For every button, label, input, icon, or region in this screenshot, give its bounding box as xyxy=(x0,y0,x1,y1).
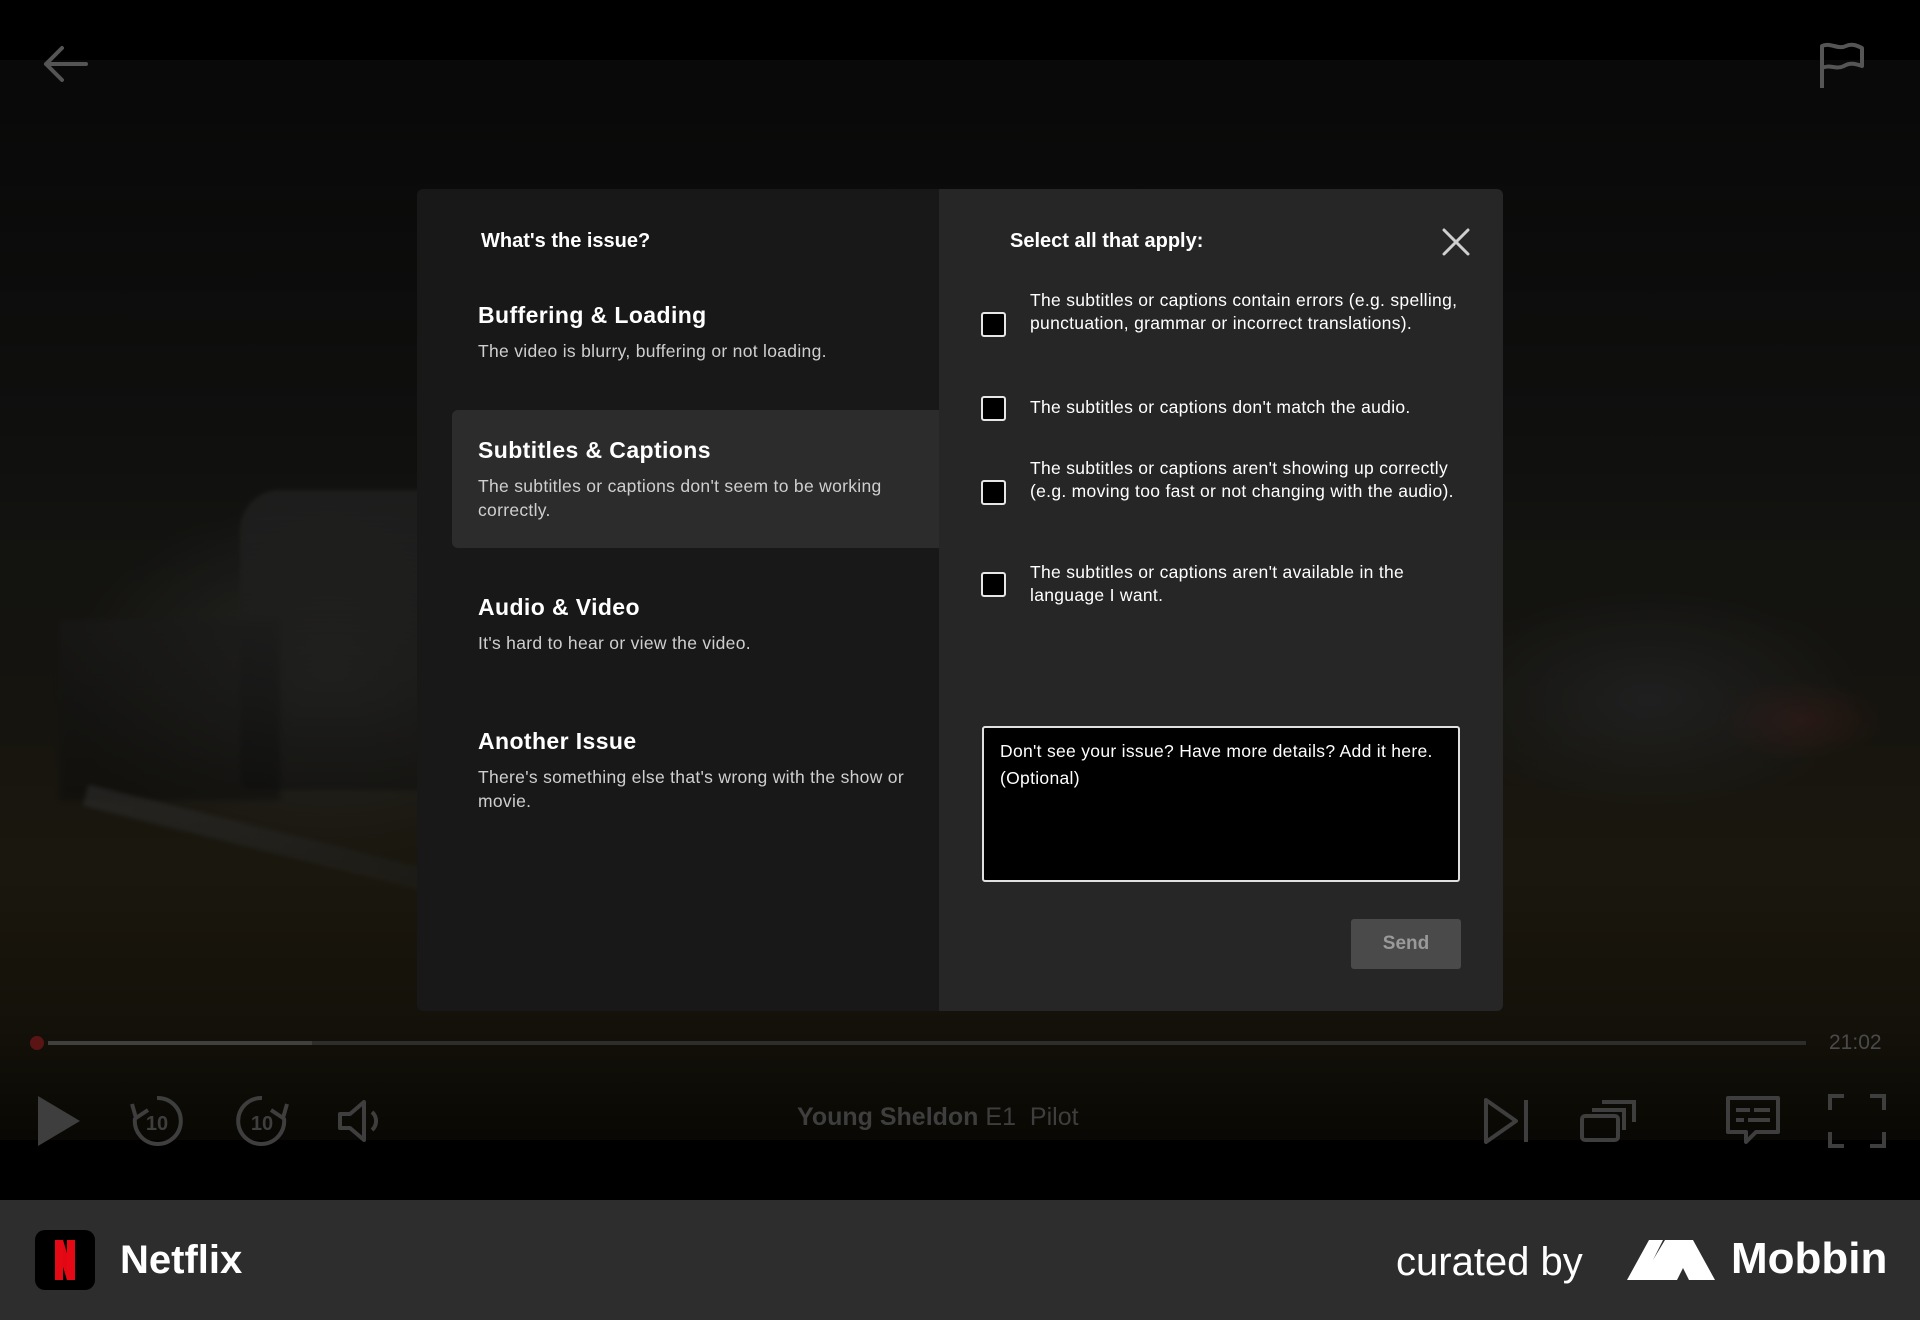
checkbox[interactable] xyxy=(981,312,1006,337)
app-name: Netflix xyxy=(120,1238,243,1282)
issue-option-another[interactable]: Another Issue There's something else tha… xyxy=(452,728,939,813)
episode-title: Pilot xyxy=(1029,1103,1079,1131)
details-textarea[interactable]: Don't see your issue? Have more details?… xyxy=(982,726,1460,882)
issue-heading: What's the issue? xyxy=(481,230,651,252)
issue-description: The video is blurry, buffering or not lo… xyxy=(478,341,827,361)
episode-number: E1 xyxy=(985,1103,1017,1131)
video-player[interactable]: What's the issue? Buffering & Loading Th… xyxy=(0,0,1920,1200)
report-issue-dialog: What's the issue? Buffering & Loading Th… xyxy=(417,189,1503,1011)
fullscreen-icon[interactable] xyxy=(1826,1090,1888,1152)
progress-fill xyxy=(48,1041,312,1045)
issue-description: It's hard to hear or view the video. xyxy=(478,633,751,653)
progress-scrubber[interactable] xyxy=(30,1036,44,1050)
next-episode-icon[interactable] xyxy=(1476,1090,1538,1152)
option-label: The subtitles or captions aren't availab… xyxy=(1030,562,1405,605)
svg-text:10: 10 xyxy=(251,1113,273,1135)
attribution-footer: Netflix curated by Mobbin xyxy=(0,1200,1920,1320)
issue-title: Buffering & Loading xyxy=(478,302,707,328)
curated-by-label: curated by xyxy=(1396,1240,1583,1284)
time-remaining: 21:02 xyxy=(1829,1031,1882,1054)
flag-icon[interactable] xyxy=(1816,40,1868,92)
close-icon[interactable] xyxy=(1441,227,1471,257)
select-heading: Select all that apply: xyxy=(1010,230,1204,252)
checkbox[interactable] xyxy=(981,396,1006,421)
issue-option-audio-video[interactable]: Audio & Video It's hard to hear or view … xyxy=(452,594,939,655)
issue-option-subtitles[interactable]: Subtitles & Captions The subtitles or ca… xyxy=(452,410,939,548)
issue-title: Subtitles & Captions xyxy=(478,437,711,463)
episodes-icon[interactable] xyxy=(1578,1090,1640,1152)
checkbox[interactable] xyxy=(981,572,1006,597)
checkbox[interactable] xyxy=(981,480,1006,505)
play-icon[interactable] xyxy=(28,1090,90,1152)
subtitles-icon[interactable] xyxy=(1722,1090,1784,1152)
option-label: The subtitles or captions aren't showing… xyxy=(1030,458,1454,501)
option-label: The subtitles or captions contain errors… xyxy=(1030,290,1458,333)
issue-description: There's something else that's wrong with… xyxy=(478,767,904,811)
mobbin-logo-icon xyxy=(1627,1238,1715,1282)
issue-title: Audio & Video xyxy=(478,594,640,620)
now-playing-title: Young Sheldon E1 Pilot xyxy=(797,1103,1079,1132)
netflix-logo-icon xyxy=(35,1230,95,1290)
svg-text:10: 10 xyxy=(146,1113,168,1135)
rewind-10-icon[interactable]: 10 xyxy=(126,1090,188,1152)
send-button[interactable]: Send xyxy=(1351,919,1461,969)
volume-icon[interactable] xyxy=(332,1090,394,1152)
mobbin-brand: Mobbin xyxy=(1731,1234,1888,1283)
show-title: Young Sheldon xyxy=(797,1103,979,1131)
issue-description: The subtitles or captions don't seem to … xyxy=(478,476,882,520)
progress-bar[interactable] xyxy=(48,1041,1806,1045)
issue-title: Another Issue xyxy=(478,728,637,754)
forward-10-icon[interactable]: 10 xyxy=(231,1090,293,1152)
back-arrow-icon[interactable] xyxy=(40,44,90,84)
option-label: The subtitles or captions don't match th… xyxy=(1030,397,1411,417)
issue-option-buffering[interactable]: Buffering & Loading The video is blurry,… xyxy=(452,302,939,363)
